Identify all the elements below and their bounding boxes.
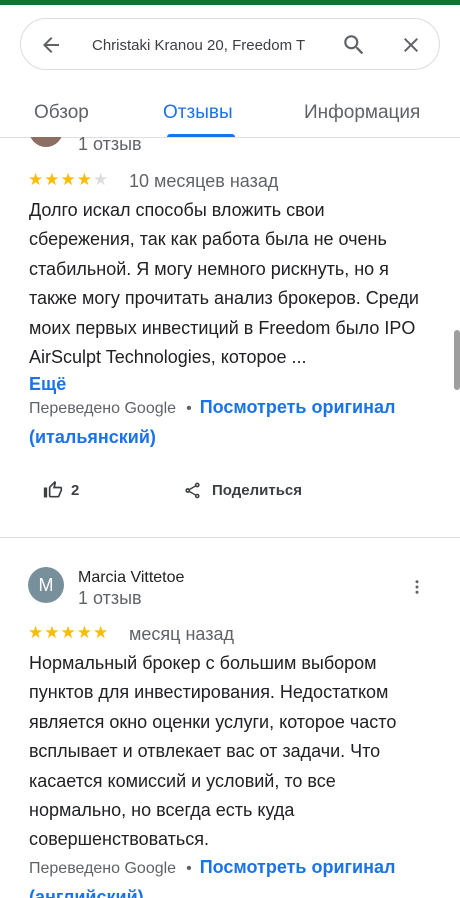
search-input[interactable]: Christaki Kranou 20, Freedom T xyxy=(92,35,344,57)
reviewer-count: 1 отзыв xyxy=(78,588,142,608)
thumbs-up-icon[interactable] xyxy=(43,480,63,500)
review-text: Нормальный брокер с большим выбором пунк… xyxy=(29,653,397,850)
top-accent-bar xyxy=(0,0,460,5)
translated-label: Переведено Google xyxy=(29,400,177,417)
share-icon[interactable] xyxy=(183,481,202,500)
scrollbar-thumb[interactable] xyxy=(454,330,460,390)
tab-bar: Обзор Отзывы Информация xyxy=(0,92,460,138)
review-date: месяц назад xyxy=(129,624,234,644)
more-link[interactable]: Ещё xyxy=(29,374,66,395)
divider xyxy=(0,537,460,538)
search-icon[interactable] xyxy=(341,32,367,58)
translated-label: Переведено Google xyxy=(29,860,177,877)
translation-info: Переведено Google • Посмотреть оригинал (а… xyxy=(29,853,429,898)
star-rating: ★★★★★ xyxy=(28,170,110,189)
tab-info[interactable]: Информация xyxy=(304,102,420,124)
arrow-left-icon[interactable] xyxy=(39,33,63,57)
reviewer-count: 1 отзыв xyxy=(78,137,142,154)
author-name[interactable]: Marcia Vittetoe xyxy=(78,569,184,587)
like-count[interactable]: 2 xyxy=(71,482,79,499)
avatar[interactable] xyxy=(29,137,63,147)
more-vert-icon[interactable] xyxy=(408,578,426,596)
star-rating: ★★★★★ xyxy=(28,623,110,642)
avatar[interactable]: M xyxy=(28,567,64,603)
tab-reviews[interactable]: Отзывы xyxy=(163,102,233,124)
close-icon[interactable] xyxy=(399,33,423,57)
reviews-list[interactable]: 1 отзыв ★★★★★ 10 месяцев назад Долго иск… xyxy=(0,137,460,898)
review-date: 10 месяцев назад xyxy=(129,171,279,191)
tab-overview[interactable]: Обзор xyxy=(34,102,89,124)
review-text: Долго искал способы вложить свои сбереже… xyxy=(29,200,419,368)
translation-info: Переведено Google • Посмотреть оригинал (и… xyxy=(29,397,396,447)
search-box[interactable]: Christaki Kranou 20, Freedom T xyxy=(20,18,440,70)
share-button[interactable]: Поделиться xyxy=(212,482,302,499)
